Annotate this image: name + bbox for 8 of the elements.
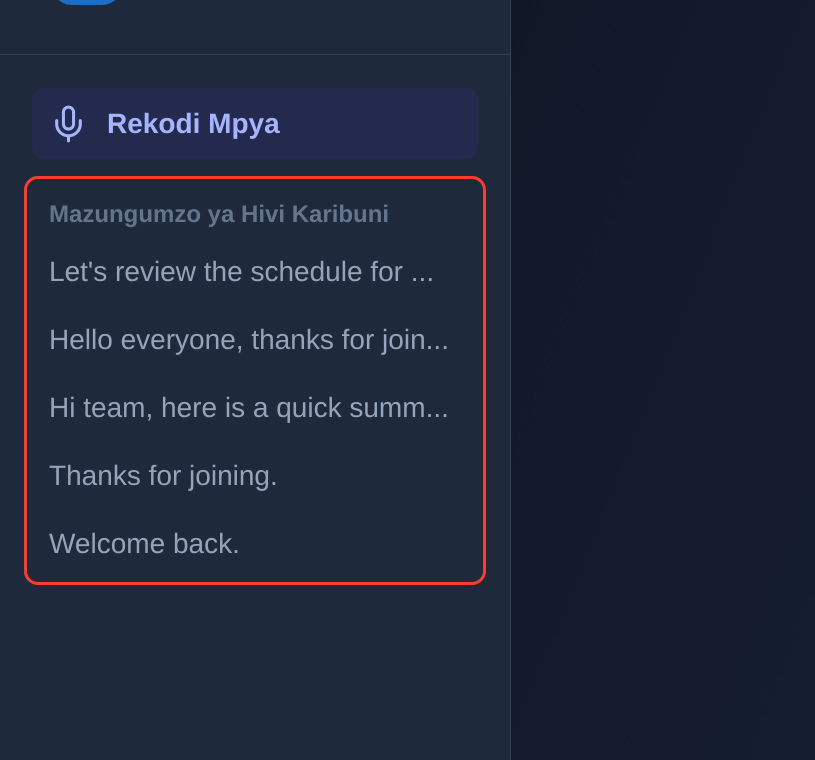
conversation-item[interactable]: Let's review the schedule for ... bbox=[49, 252, 467, 292]
conversation-item[interactable]: Welcome back. bbox=[49, 524, 467, 564]
conversation-item[interactable]: Thanks for joining. bbox=[49, 456, 467, 496]
recent-conversations-heading: Mazungumzo ya Hivi Karibuni bbox=[49, 200, 390, 230]
microphone-icon bbox=[55, 104, 82, 142]
conversation-item[interactable]: Hello everyone, thanks for join... bbox=[49, 320, 467, 360]
conversation-item[interactable]: Hi team, here is a quick summ... bbox=[49, 388, 467, 428]
new-recording-button[interactable]: Rekodi Mpya bbox=[32, 88, 478, 159]
